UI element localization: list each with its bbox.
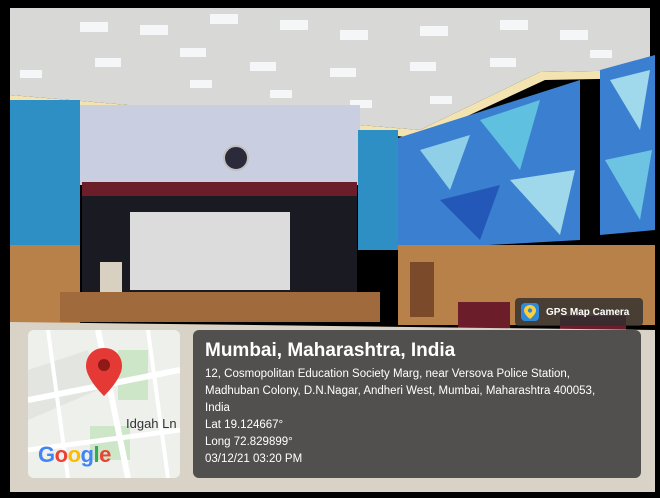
map-thumbnail: Idgah Ln Google <box>28 330 180 478</box>
gps-map-camera-icon <box>521 303 539 321</box>
location-info-card: Mumbai, Maharashtra, India 12, Cosmopoli… <box>193 330 641 478</box>
longitude: Long 72.829899° <box>205 436 293 448</box>
location-title: Mumbai, Maharashtra, India <box>205 340 456 361</box>
google-logo: Google <box>38 442 111 467</box>
address-line-1: 12, Cosmopolitan Education Society Marg,… <box>205 368 571 380</box>
map-street-label: Idgah Ln <box>126 416 177 431</box>
gps-map-camera-badge: GPS Map Camera <box>515 298 643 326</box>
timestamp: 03/12/21 03:20 PM <box>205 453 303 465</box>
address-line-3: India <box>205 402 230 414</box>
gps-badge-label: GPS Map Camera <box>546 306 630 318</box>
latitude: Lat 19.124667° <box>205 419 284 431</box>
address-line-2: Madhuban Colony, D.N.Nagar, Andheri West… <box>205 385 596 397</box>
location-pin-icon <box>86 348 122 396</box>
